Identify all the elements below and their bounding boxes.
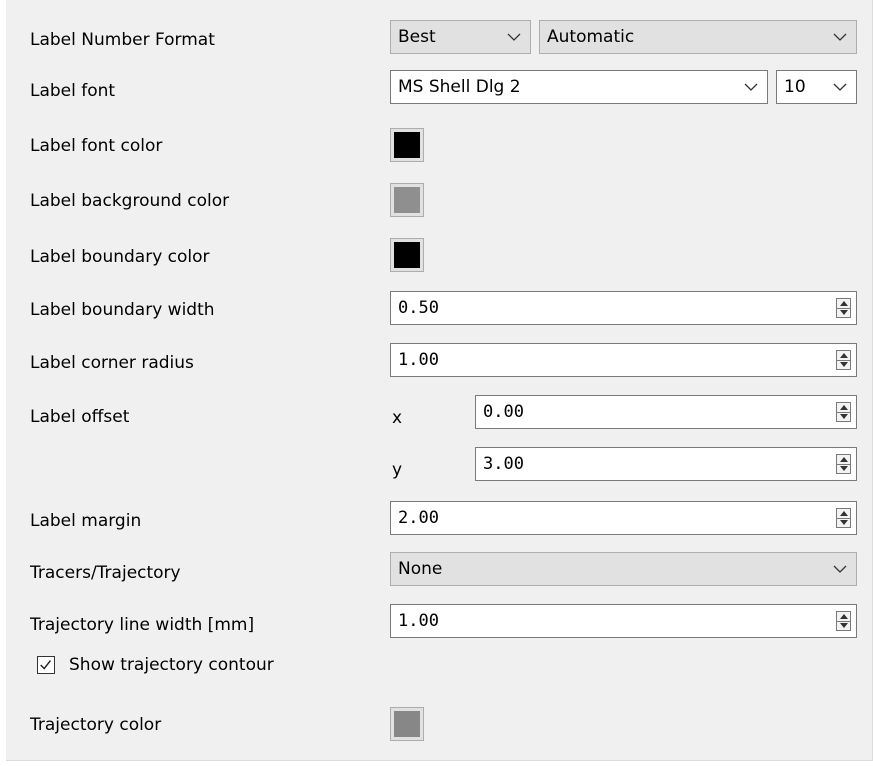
- label-margin-label: Label margin: [30, 511, 142, 531]
- boundary-color-swatch: [394, 242, 420, 268]
- trajectory-line-width-value: 1.00: [398, 611, 439, 631]
- offset-y-spinbox[interactable]: 3.00: [475, 447, 857, 481]
- corner-radius-spinbox[interactable]: 1.00: [390, 343, 857, 377]
- background-color-button[interactable]: [390, 183, 424, 217]
- label-background-color-label: Label background color: [30, 191, 230, 211]
- spinbox-arrows-icon[interactable]: [836, 350, 851, 370]
- show-trajectory-contour-checkbox[interactable]: [37, 656, 55, 674]
- show-trajectory-contour-label[interactable]: Show trajectory contour: [69, 653, 274, 677]
- font-color-swatch: [394, 132, 420, 158]
- boundary-color-button[interactable]: [390, 238, 424, 272]
- chevron-down-icon: [507, 33, 521, 41]
- offset-y-label: y: [392, 460, 403, 480]
- trajectory-color-button[interactable]: [390, 707, 424, 741]
- label-offset-label: Label offset: [30, 407, 130, 427]
- corner-radius-value: 1.00: [398, 350, 439, 370]
- boundary-width-value: 0.50: [398, 298, 439, 318]
- checkmark-icon: [40, 660, 52, 670]
- spinbox-arrows-icon[interactable]: [836, 454, 851, 474]
- chevron-down-icon: [833, 33, 847, 41]
- label-boundary-width-label: Label boundary width: [30, 300, 215, 320]
- label-font-label: Label font: [30, 81, 116, 101]
- number-format-dropdown[interactable]: Best: [390, 20, 531, 54]
- chevron-down-icon: [833, 83, 847, 91]
- number-mode-value: Automatic: [547, 27, 635, 47]
- margin-spinbox[interactable]: 2.00: [390, 501, 857, 535]
- spinbox-arrows-icon[interactable]: [836, 298, 851, 318]
- offset-x-label: x: [392, 408, 403, 428]
- font-size-dropdown[interactable]: 10: [776, 70, 857, 104]
- offset-x-spinbox[interactable]: 0.00: [475, 395, 857, 429]
- number-mode-dropdown[interactable]: Automatic: [539, 20, 857, 54]
- label-number-format-label: Label Number Format: [30, 30, 215, 50]
- label-boundary-color-label: Label boundary color: [30, 247, 210, 267]
- chevron-down-icon: [833, 565, 847, 573]
- font-color-button[interactable]: [390, 128, 424, 162]
- label-corner-radius-label: Label corner radius: [30, 353, 194, 373]
- tracers-trajectory-value: None: [398, 559, 443, 579]
- offset-y-value: 3.00: [483, 454, 524, 474]
- margin-value: 2.00: [398, 508, 439, 528]
- tracers-trajectory-label: Tracers/Trajectory: [30, 563, 181, 583]
- number-format-value: Best: [398, 27, 436, 47]
- label-font-color-label: Label font color: [30, 136, 163, 156]
- font-family-dropdown[interactable]: MS Shell Dlg 2: [390, 70, 768, 104]
- trajectory-line-width-label: Trajectory line width [mm]: [30, 615, 255, 635]
- boundary-width-spinbox[interactable]: 0.50: [390, 291, 857, 325]
- spinbox-arrows-icon[interactable]: [836, 402, 851, 422]
- spinbox-arrows-icon[interactable]: [836, 508, 851, 528]
- offset-x-value: 0.00: [483, 402, 524, 422]
- font-family-value: MS Shell Dlg 2: [398, 77, 521, 97]
- label-properties-panel: [6, 0, 873, 761]
- spinbox-arrows-icon[interactable]: [836, 611, 851, 631]
- chevron-down-icon: [744, 83, 758, 91]
- tracers-trajectory-dropdown[interactable]: None: [390, 552, 857, 586]
- trajectory-line-width-spinbox[interactable]: 1.00: [390, 604, 857, 638]
- trajectory-color-swatch: [394, 711, 420, 737]
- trajectory-color-label: Trajectory color: [30, 715, 162, 735]
- font-size-value: 10: [784, 77, 806, 97]
- background-color-swatch: [394, 187, 420, 213]
